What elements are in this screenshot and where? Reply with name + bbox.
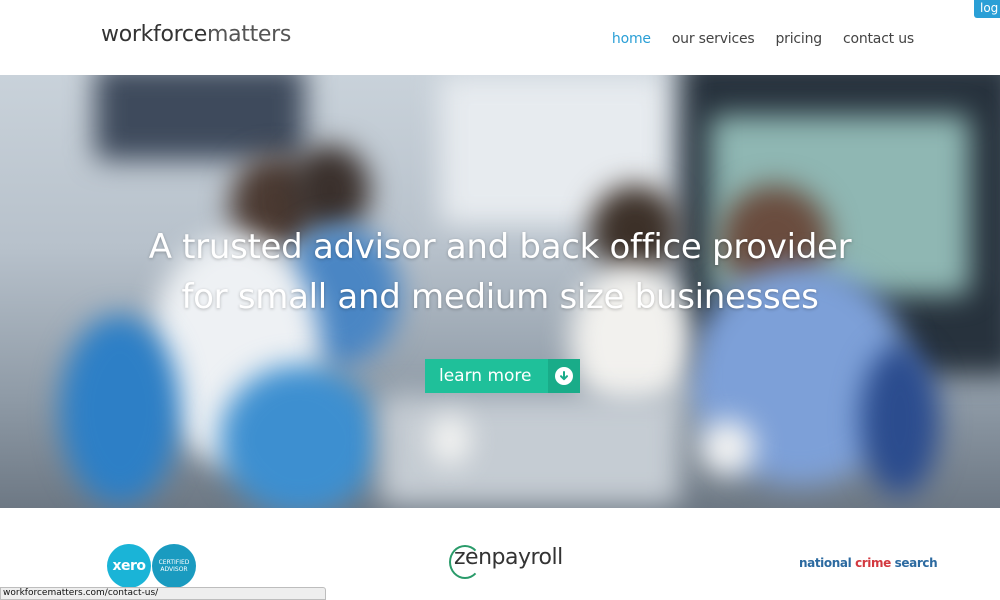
zenpayroll-wordmark: zenpayroll — [454, 545, 563, 570]
hero-heading: A trusted advisor and back office provid… — [0, 222, 1000, 322]
learn-more-icon-area — [547, 359, 580, 393]
learn-more-button[interactable]: learn more — [425, 359, 580, 393]
nav-contact-us[interactable]: contact us — [843, 31, 914, 47]
ncs-part-search: search — [890, 556, 938, 570]
hero-banner: A trusted advisor and back office provid… — [0, 75, 1000, 508]
nav-pricing[interactable]: pricing — [776, 31, 823, 47]
main-nav: home our services pricing contact us — [612, 31, 914, 47]
ncs-part-crime: crime — [855, 556, 891, 570]
login-button[interactable]: log — [974, 0, 1000, 18]
zenpayroll-logo: zenpayroll — [449, 545, 563, 579]
national-crime-search-logo: national crime search — [799, 556, 938, 570]
logo-part-workforce: workforce — [101, 22, 207, 47]
status-url: workforcematters.com/contact-us/ — [3, 588, 159, 598]
xero-logo: xero — [107, 544, 151, 588]
hero-heading-line-2: for small and medium size businesses — [181, 277, 819, 317]
browser-status-bar: workforcematters.com/contact-us/ — [0, 587, 326, 600]
hero-heading-line-1: A trusted advisor and back office provid… — [148, 227, 852, 267]
nav-home[interactable]: home — [612, 31, 651, 47]
ncs-part-national: national — [799, 556, 856, 570]
xero-cert-line-1: CERTIFIED — [158, 559, 190, 566]
arrow-down-circle-icon — [554, 367, 573, 385]
xero-cert-line-2: ADVISOR — [160, 566, 188, 573]
site-header: workforcematters home our services prici… — [0, 0, 1000, 75]
logo-part-matters: matters — [206, 22, 292, 47]
site-logo[interactable]: workforcematters — [101, 22, 291, 47]
nav-our-services[interactable]: our services — [672, 31, 755, 47]
learn-more-label: learn more — [425, 359, 548, 393]
xero-certified-badge: CERTIFIED ADVISOR — [152, 544, 196, 588]
